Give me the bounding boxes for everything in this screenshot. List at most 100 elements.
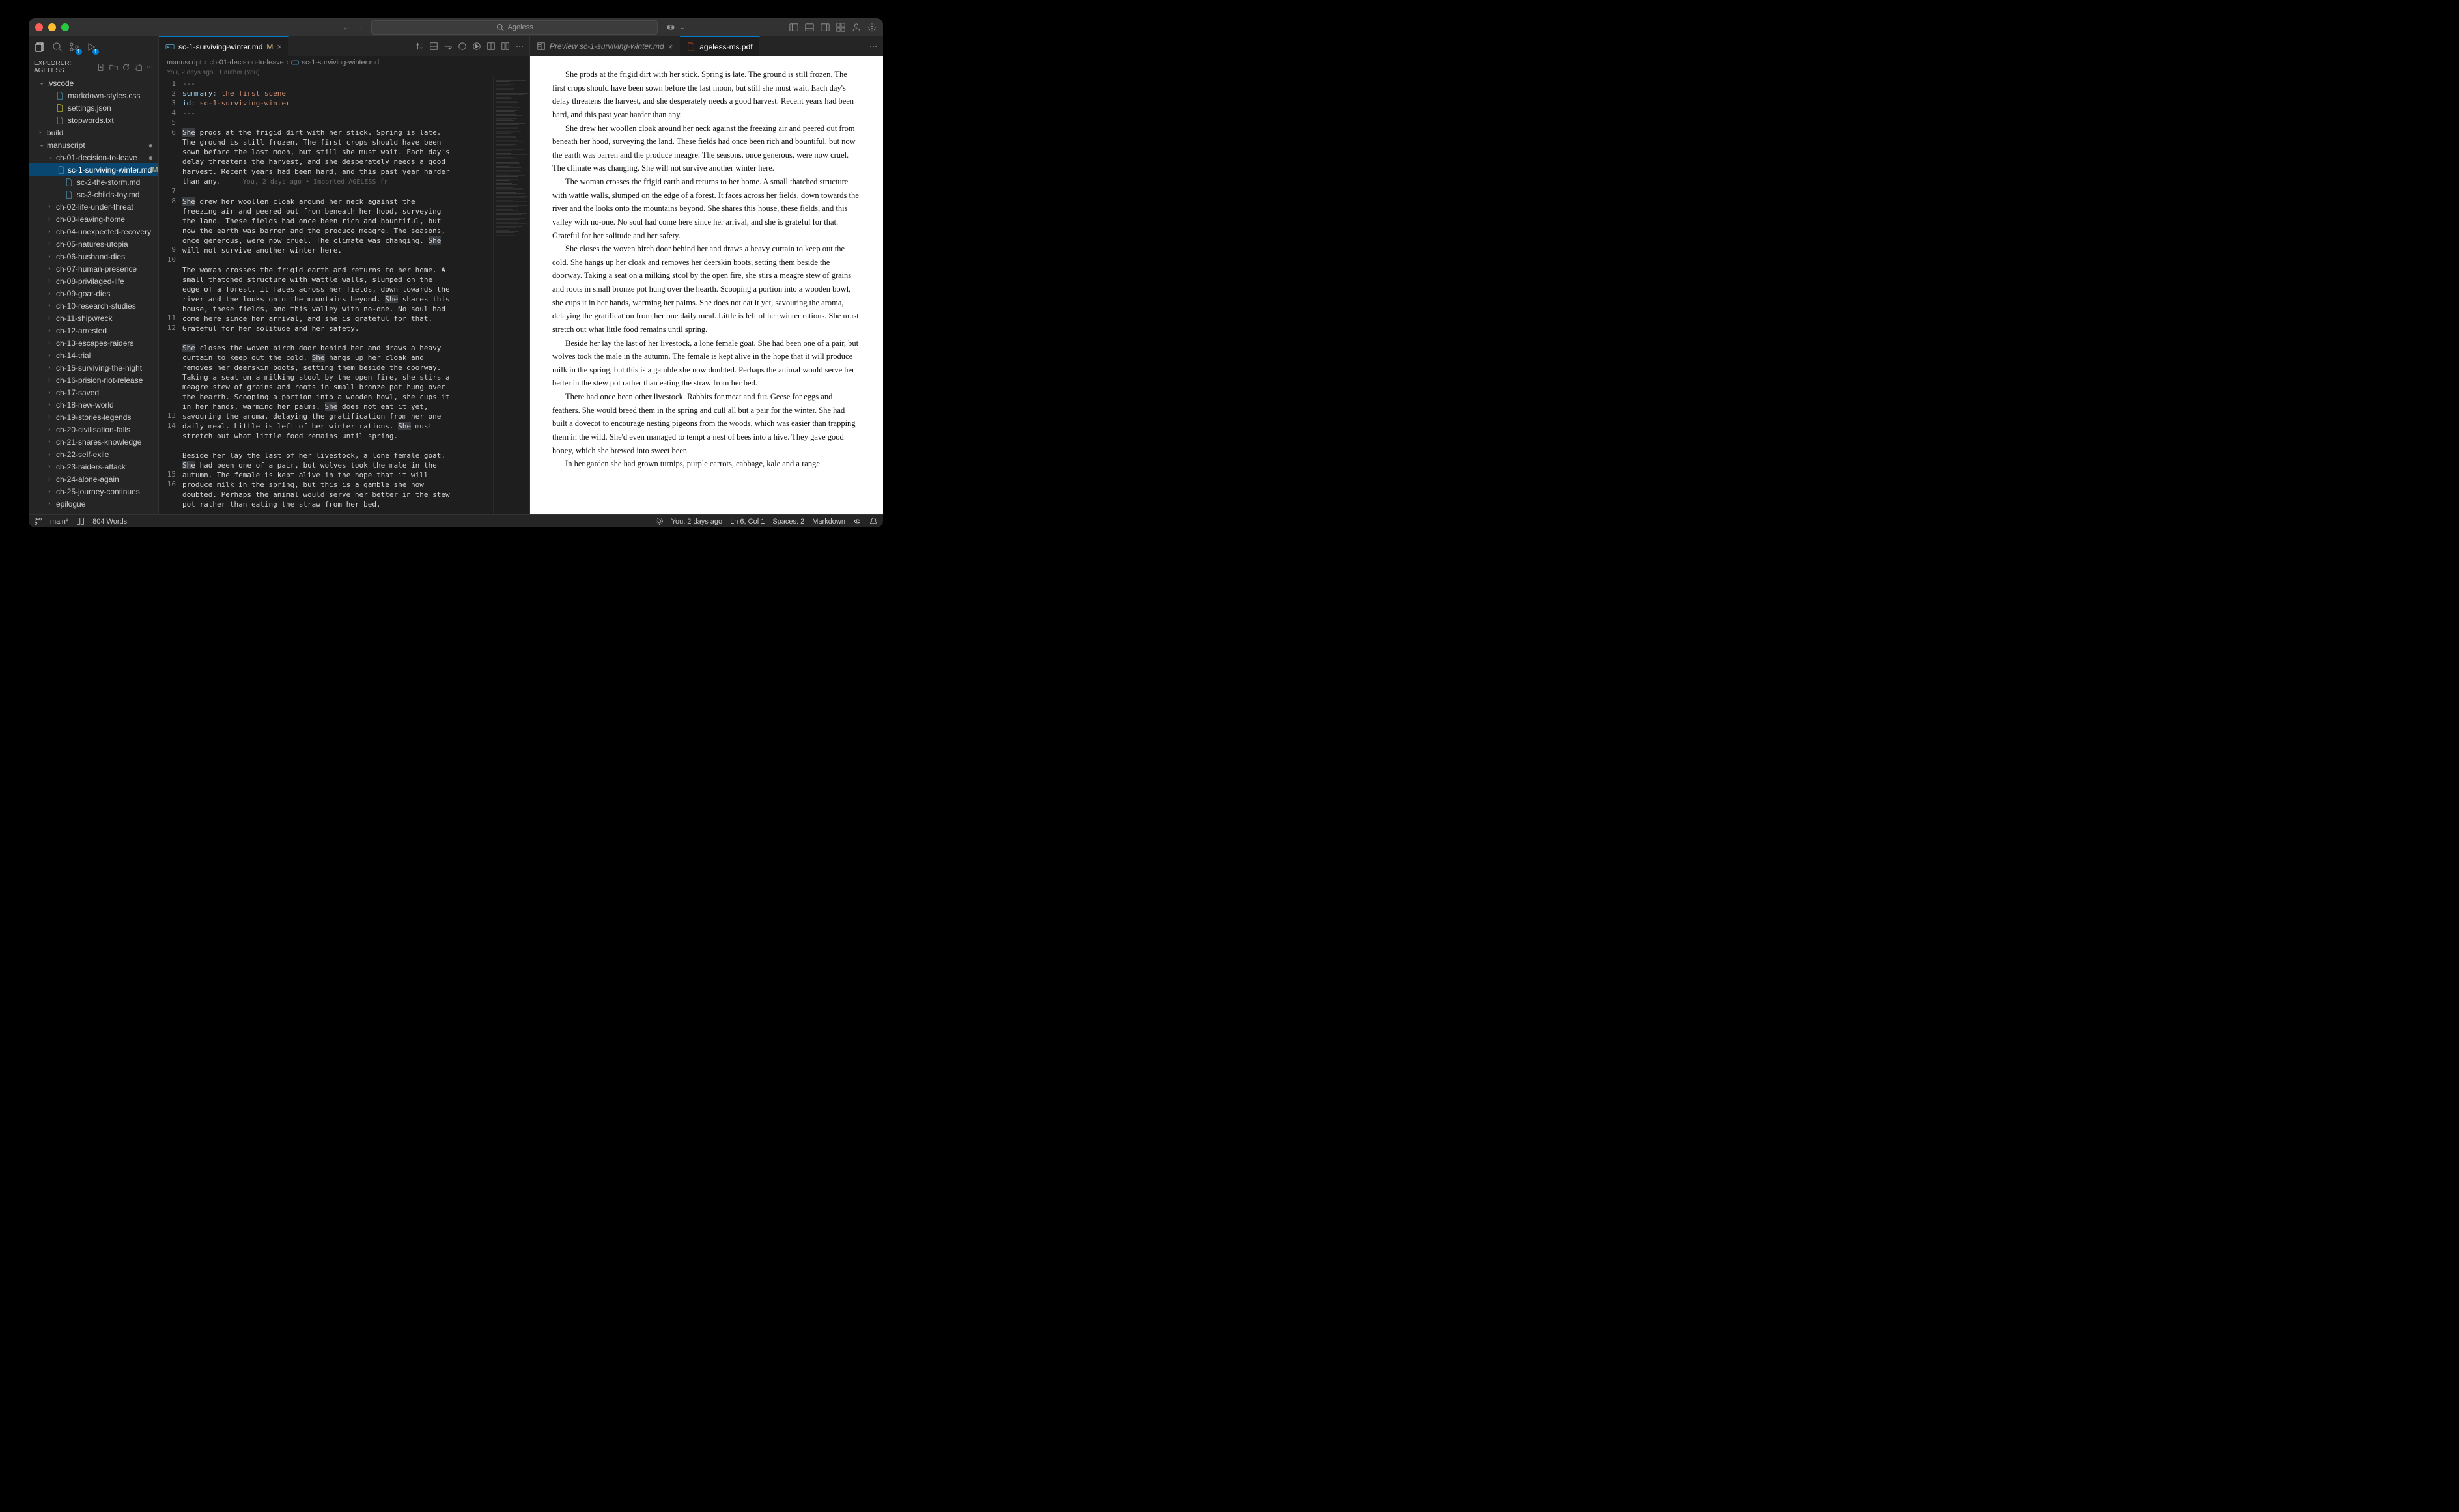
tree-folder[interactable]: ›ch-23-raiders-attack bbox=[29, 460, 158, 473]
more-actions-icon[interactable]: ⋯ bbox=[869, 42, 878, 51]
tree-folder[interactable]: ›ch-02-life-under-threat bbox=[29, 201, 158, 213]
tree-file[interactable]: stopwords.txt bbox=[29, 114, 158, 126]
copilot-icon[interactable] bbox=[666, 22, 676, 33]
code-editor[interactable]: 123456 78 910 1112 1314 1516 ---summary:… bbox=[159, 77, 529, 514]
tree-item-label: ch-15-surviving-the-night bbox=[56, 363, 142, 372]
preview-paragraph: Beside her lay the last of her livestock… bbox=[552, 337, 861, 391]
tree-file[interactable]: settings.json bbox=[29, 102, 158, 114]
language-mode[interactable]: Markdown bbox=[812, 518, 845, 525]
collapse-all-icon[interactable] bbox=[134, 63, 143, 72]
tree-folder[interactable]: ⌄.vscode bbox=[29, 77, 158, 89]
new-file-icon[interactable] bbox=[97, 63, 105, 72]
tab-preview[interactable]: Preview sc-1-surviving-winter.md × bbox=[530, 36, 680, 56]
feedback-icon[interactable] bbox=[853, 517, 862, 525]
compare-changes-icon[interactable] bbox=[415, 42, 424, 51]
tree-item-label: ch-21-shares-knowledge bbox=[56, 438, 141, 447]
blame-status[interactable]: You, 2 days ago bbox=[671, 518, 723, 525]
new-folder-icon[interactable] bbox=[109, 63, 118, 72]
branch-name[interactable]: main* bbox=[50, 518, 68, 525]
refresh-icon[interactable] bbox=[122, 63, 130, 72]
word-count[interactable]: 804 Words bbox=[92, 518, 127, 525]
breadcrumb[interactable]: manuscript › ch-01-decision-to-leave › s… bbox=[159, 56, 529, 69]
source-control-icon[interactable]: 1 bbox=[69, 42, 79, 52]
tree-folder[interactable]: ›ch-16-prision-riot-release bbox=[29, 374, 158, 386]
tree-folder[interactable]: ›ch-21-shares-knowledge bbox=[29, 436, 158, 448]
toggle-word-wrap-icon[interactable] bbox=[443, 42, 453, 51]
tree-folder[interactable]: ›ch-05-natures-utopia bbox=[29, 238, 158, 250]
tree-item-label: sc-3-childs-toy.md bbox=[77, 190, 139, 199]
tree-folder[interactable]: ›ch-13-escapes-raiders bbox=[29, 337, 158, 349]
close-window-button[interactable] bbox=[35, 23, 43, 31]
layout-panel-icon[interactable] bbox=[805, 23, 814, 32]
tree-folder[interactable]: ›epilogue bbox=[29, 497, 158, 510]
tree-folder[interactable]: ›build bbox=[29, 126, 158, 139]
tree-file[interactable]: sc-2-the-storm.md bbox=[29, 176, 158, 188]
gitlens-icon[interactable] bbox=[655, 517, 664, 525]
tree-item-label: ch-24-alone-again bbox=[56, 475, 119, 484]
run-icon[interactable] bbox=[472, 42, 481, 51]
preview-paragraph: She prods at the frigid dirt with her st… bbox=[552, 68, 861, 122]
tree-folder[interactable]: ›ch-07-human-presence bbox=[29, 262, 158, 275]
tree-folder[interactable]: ›ch-15-surviving-the-night bbox=[29, 361, 158, 374]
tree-folder[interactable]: ›ch-14-trial bbox=[29, 349, 158, 361]
split-editor-icon[interactable] bbox=[501, 42, 510, 51]
tree-folder[interactable]: ›ch-20-civilisation-falls bbox=[29, 423, 158, 436]
tab-pdf[interactable]: ageless-ms.pdf bbox=[680, 36, 759, 56]
more-actions-icon[interactable]: ⋯ bbox=[515, 42, 524, 51]
customize-layout-icon[interactable] bbox=[836, 23, 845, 32]
tree-item-label: ch-12-arrested bbox=[56, 326, 107, 335]
tree-file[interactable]: markdown-styles.css bbox=[29, 89, 158, 102]
settings-gear-icon[interactable] bbox=[867, 23, 877, 32]
layout-sidebar-left-icon[interactable] bbox=[789, 23, 798, 32]
open-preview-icon[interactable] bbox=[486, 42, 496, 51]
book-icon[interactable] bbox=[76, 517, 85, 525]
tree-folder[interactable]: ›ch-11-shipwreck bbox=[29, 312, 158, 324]
tree-folder[interactable]: ›ch-06-husband-dies bbox=[29, 250, 158, 262]
more-icon[interactable]: ⋯ bbox=[147, 63, 153, 72]
tree-file[interactable]: sc-3-childs-toy.md bbox=[29, 188, 158, 201]
run-debug-icon[interactable]: 1 bbox=[86, 42, 96, 52]
command-center[interactable]: Ageless bbox=[371, 20, 658, 35]
minimize-window-button[interactable] bbox=[48, 23, 56, 31]
tab-sc1[interactable]: sc-1-surviving-winter.md M × bbox=[159, 36, 289, 56]
tree-folder[interactable]: ›ch-03-leaving-home bbox=[29, 213, 158, 225]
nav-forward-icon[interactable]: → bbox=[356, 23, 363, 32]
breadcrumb-seg[interactable]: ch-01-decision-to-leave bbox=[209, 59, 283, 66]
layout-sidebar-right-icon[interactable] bbox=[821, 23, 830, 32]
tree-folder[interactable]: ›ch-22-self-exile bbox=[29, 448, 158, 460]
account-icon[interactable] bbox=[852, 23, 861, 32]
search-panel-icon[interactable] bbox=[52, 42, 63, 52]
indentation[interactable]: Spaces: 2 bbox=[772, 518, 804, 525]
tree-folder[interactable]: ›ch-08-privilaged-life bbox=[29, 275, 158, 287]
explorer-icon[interactable] bbox=[35, 42, 46, 52]
tree-folder[interactable]: ›ch-19-stories-legends bbox=[29, 411, 158, 423]
tree-folder[interactable]: ›ch-17-saved bbox=[29, 386, 158, 399]
tree-item-label: markdown-styles.css bbox=[68, 91, 140, 100]
tree-folder[interactable]: ›ch-09-goat-dies bbox=[29, 287, 158, 300]
maximize-window-button[interactable] bbox=[61, 23, 69, 31]
close-tab-icon[interactable]: × bbox=[668, 42, 673, 51]
tree-folder[interactable]: ›ch-12-arrested bbox=[29, 324, 158, 337]
breadcrumb-seg[interactable]: sc-1-surviving-winter.md bbox=[302, 59, 379, 66]
tree-folder[interactable]: ›ch-18-new-world bbox=[29, 399, 158, 411]
branch-icon[interactable] bbox=[34, 517, 42, 525]
pdf-preview[interactable]: She prods at the frigid dirt with her st… bbox=[530, 56, 883, 514]
tree-folder[interactable]: ›ch-24-alone-again bbox=[29, 473, 158, 485]
tree-folder[interactable]: ⌄manuscript● bbox=[29, 139, 158, 151]
cursor-position[interactable]: Ln 6, Col 1 bbox=[730, 518, 765, 525]
tree-folder[interactable]: ⌄ch-01-decision-to-leave● bbox=[29, 151, 158, 163]
minimap[interactable] bbox=[493, 77, 529, 514]
tree-item-label: ch-05-natures-utopia bbox=[56, 240, 128, 249]
close-tab-icon[interactable]: × bbox=[277, 42, 282, 51]
editor-group-right: Preview sc-1-surviving-winter.md × agele… bbox=[530, 36, 883, 514]
tree-folder[interactable]: ⌄notes bbox=[29, 510, 158, 514]
run-cell-icon[interactable] bbox=[458, 42, 467, 51]
tree-file[interactable]: sc-1-surviving-winter.mdM bbox=[29, 163, 158, 176]
tree-folder[interactable]: ›ch-10-research-studies bbox=[29, 300, 158, 312]
breadcrumb-seg[interactable]: manuscript bbox=[167, 59, 202, 66]
nav-back-icon[interactable]: ← bbox=[343, 23, 350, 32]
tree-folder[interactable]: ›ch-04-unexpected-recovery bbox=[29, 225, 158, 238]
notifications-icon[interactable] bbox=[869, 517, 878, 525]
split-down-icon[interactable] bbox=[429, 42, 438, 51]
tree-folder[interactable]: ›ch-25-journey-continues bbox=[29, 485, 158, 497]
